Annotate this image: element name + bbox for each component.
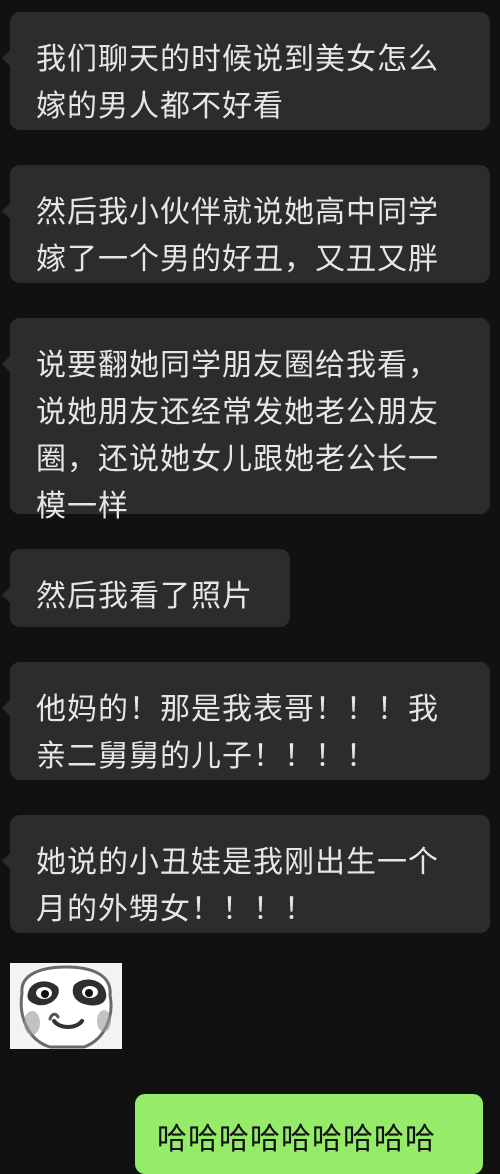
outgoing-message[interactable]: 哈哈哈哈哈哈哈哈哈: [135, 1094, 483, 1174]
incoming-message[interactable]: 说要翻她同学朋友圈给我看，说她朋友还经常发她老公朋友圈，还说她女儿跟她老公长一模…: [2, 318, 490, 524]
chat-view: 我们聊天的时候说到美女怎么嫁的男人都不好看 然后我小伙伴就说她高中同学嫁了一个男…: [0, 0, 500, 1174]
incoming-message[interactable]: 然后我看了照片: [2, 549, 290, 627]
panda-face-sticker-icon[interactable]: [10, 963, 122, 1049]
message-text: 她说的小丑娃是我刚出生一个月的外甥女！！！！: [36, 845, 439, 927]
sticker-image: [10, 963, 122, 1049]
incoming-message[interactable]: 她说的小丑娃是我刚出生一个月的外甥女！！！！: [2, 815, 490, 933]
message-text: 然后我看了照片: [36, 579, 253, 614]
message-text: 我们聊天的时候说到美女怎么嫁的男人都不好看: [36, 42, 439, 124]
message-text: 然后我小伙伴就说她高中同学嫁了一个男的好丑，又丑又胖: [36, 195, 439, 277]
message-text: 说要翻她同学朋友圈给我看，说她朋友还经常发她老公朋友圈，还说她女儿跟她老公长一模…: [36, 348, 439, 524]
incoming-message[interactable]: 然后我小伙伴就说她高中同学嫁了一个男的好丑，又丑又胖: [2, 165, 490, 283]
message-text: 他妈的！那是我表哥！！！我亲二舅舅的儿子！！！！: [36, 692, 439, 774]
message-text: 哈哈哈哈哈哈哈哈哈: [157, 1122, 436, 1157]
incoming-message[interactable]: 我们聊天的时候说到美女怎么嫁的男人都不好看: [2, 12, 490, 130]
incoming-message[interactable]: 他妈的！那是我表哥！！！我亲二舅舅的儿子！！！！: [2, 662, 490, 780]
